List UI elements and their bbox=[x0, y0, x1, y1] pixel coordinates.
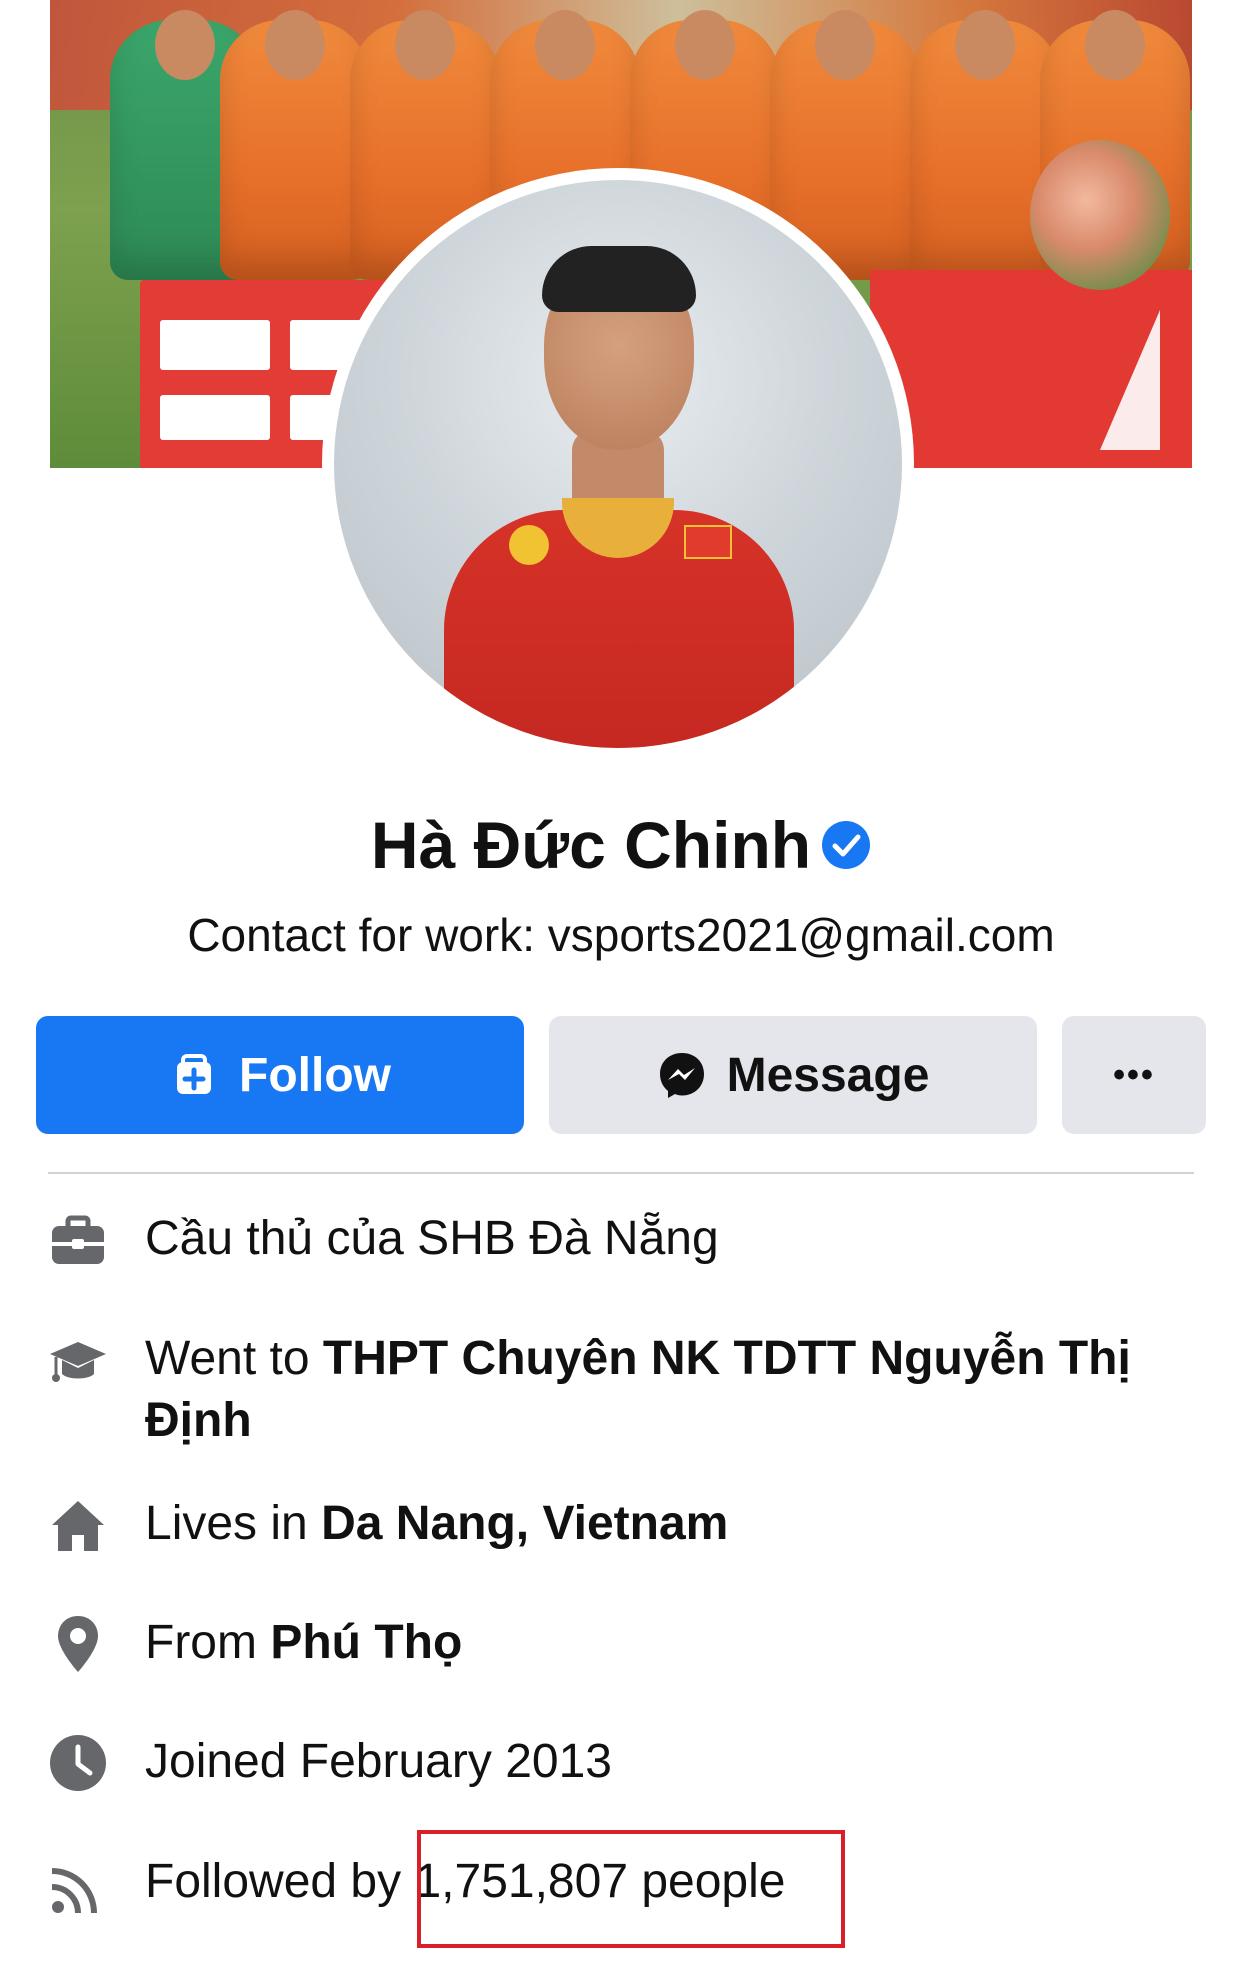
briefcase-icon bbox=[52, 1215, 104, 1264]
home-icon bbox=[52, 1501, 104, 1551]
message-button[interactable]: Message bbox=[549, 1016, 1037, 1134]
profile-name-row: Hà Đức Chinh bbox=[0, 805, 1242, 885]
profile-bio: Contact for work: vsports2021@gmail.com bbox=[187, 909, 1055, 961]
section-divider bbox=[48, 1172, 1194, 1174]
profile-name: Hà Đức Chinh bbox=[370, 808, 812, 882]
more-options-icon: ••• bbox=[1113, 1055, 1155, 1094]
profile-picture[interactable] bbox=[334, 180, 902, 748]
more-options-button[interactable]: ••• bbox=[1062, 1016, 1206, 1134]
flower-bouquet bbox=[1030, 140, 1170, 290]
highlight-box bbox=[417, 1830, 845, 1948]
rss-feed-icon bbox=[51, 1868, 97, 1914]
info-text: Lives in Da Nang, Vietnam bbox=[145, 1497, 729, 1550]
graduation-cap-icon bbox=[50, 1342, 106, 1382]
player-figure bbox=[220, 10, 370, 280]
verified-badge-icon bbox=[822, 820, 871, 869]
info-text: From Phú Thọ bbox=[145, 1616, 463, 1669]
jersey-flag bbox=[684, 525, 732, 559]
clock-icon bbox=[50, 1735, 106, 1791]
messenger-icon bbox=[659, 1053, 704, 1098]
jersey-crest bbox=[509, 525, 549, 565]
info-text: Joined February 2013 bbox=[145, 1735, 612, 1788]
location-pin-icon bbox=[58, 1616, 98, 1672]
follow-label: Follow bbox=[239, 1048, 391, 1102]
hometown-link[interactable]: Phú Thọ bbox=[270, 1616, 462, 1669]
sponsor-board bbox=[870, 270, 1192, 468]
info-text: Cầu thủ của SHB Đà Nẵng bbox=[145, 1212, 719, 1265]
current-city-link[interactable]: Da Nang, Vietnam bbox=[321, 1497, 728, 1550]
info-text: Went to THPT Chuyên NK TDTT Nguyễn Thị Đ… bbox=[145, 1332, 1131, 1447]
follow-button[interactable]: Follow bbox=[36, 1016, 524, 1134]
follow-icon bbox=[177, 1054, 212, 1094]
message-label: Message bbox=[726, 1048, 930, 1102]
